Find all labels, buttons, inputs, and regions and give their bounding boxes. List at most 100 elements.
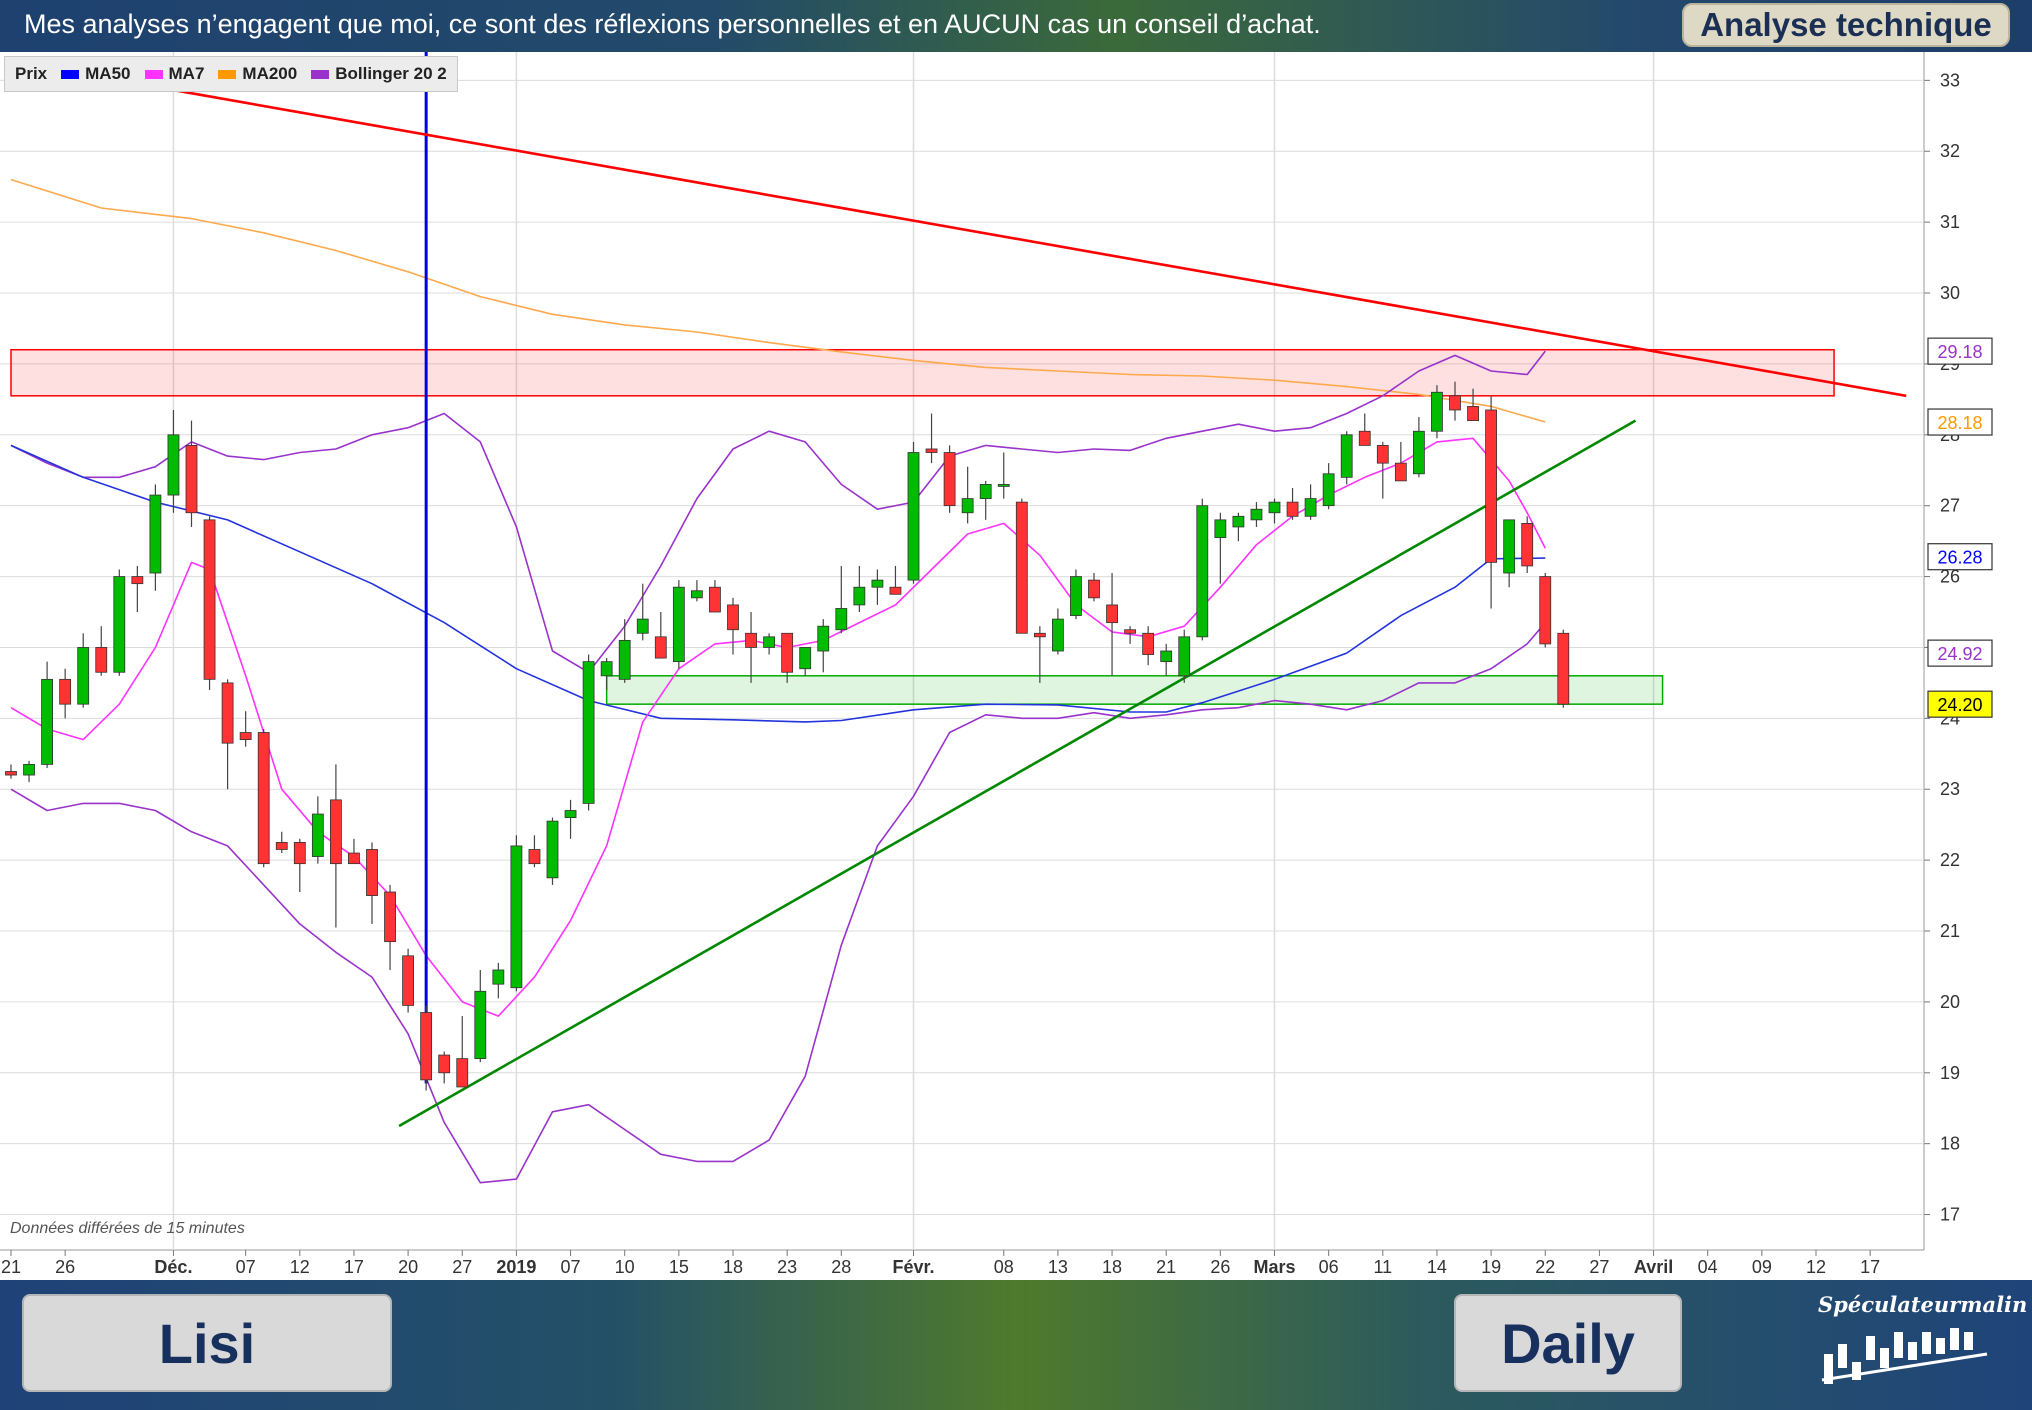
candle-body [654,636,667,659]
candle-body [1358,430,1371,446]
x-tick-label: 14 [1427,1257,1447,1277]
candle-body [1250,508,1263,521]
y-tick-label: 21 [1940,921,1960,941]
candle-body [239,732,252,741]
candle-body [1178,636,1191,677]
candle-body [113,576,126,673]
candle-body [1052,618,1064,652]
candle-body [221,682,234,744]
candle-body [293,841,306,865]
legend-item-ma200: MA200 [218,64,297,84]
candle-body [59,678,72,705]
candle-body [384,891,396,943]
candle-body [1106,604,1118,624]
candle-body [1033,632,1046,638]
candle-body [889,586,902,595]
candle-body [925,448,938,453]
x-tick-label: 18 [1102,1257,1122,1277]
x-tick-label: 28 [831,1257,851,1277]
x-tick-label: 2019 [496,1257,536,1277]
candle-body [1088,579,1100,599]
y-tick-label: 31 [1940,212,1960,232]
candle-body [564,810,577,818]
candle-body [149,494,162,574]
x-tick-label: 09 [1752,1257,1772,1277]
candle-body [763,636,775,648]
candle-body [95,647,108,673]
legend-swatch [144,69,163,79]
ticker-name: Lisi [22,1294,392,1392]
price-chart[interactable]: 17181920212223242526272829303132332126Dé… [0,52,2032,1280]
candle-body [799,647,812,670]
candle-body [961,498,974,514]
x-tick-label: 17 [1860,1257,1880,1277]
candle-body [131,576,144,585]
candle-body [5,771,17,776]
candle-body [41,678,53,765]
candle-body [1268,501,1281,514]
legend-swatch [61,69,80,79]
x-tick-label: 27 [1589,1257,1609,1277]
x-tick-label: 19 [1481,1257,1501,1277]
legend-label: Bollinger 20 2 [335,64,447,83]
chart-legend: Prix MA50 MA7 MA200 Bollinger 20 2 [4,56,458,92]
candle-body [727,604,739,631]
candle-body [348,852,360,865]
candle-body [1232,515,1245,528]
candle-body [835,608,848,631]
candle-body [546,820,559,879]
x-tick-label: 12 [290,1257,310,1277]
candle-body [1449,395,1461,411]
value-label-text: 29.18 [1937,342,1982,362]
candle-body [1015,501,1028,634]
candle-body [1124,629,1136,634]
legend-label: MA50 [85,64,131,83]
candle-body [1431,391,1443,432]
legend-item-prix: Prix [15,64,47,84]
candle-body [1503,519,1516,574]
candle-body [185,445,198,514]
candle-body [1376,445,1389,464]
zone-rectangle [605,675,1664,705]
value-label-text: 24.92 [1937,644,1982,664]
y-tick-label: 20 [1940,992,1960,1012]
x-tick-label: 21 [1156,1257,1176,1277]
candle-body [1413,430,1425,475]
candle-body [420,1012,433,1081]
candle-body [618,639,631,680]
legend-label: Prix [15,64,48,83]
candle-body [1214,519,1227,538]
x-tick-label: 27 [452,1257,472,1277]
x-tick-label: 18 [723,1257,743,1277]
candle-body [167,434,180,496]
candle-body [907,452,920,581]
x-tick-label: 07 [236,1257,256,1277]
candle-body [456,1058,469,1088]
x-tick-label: 17 [344,1257,364,1277]
candle-body [817,625,830,652]
candle-body [329,799,342,865]
x-tick-label: Avril [1634,1257,1673,1277]
x-tick-label: 26 [55,1257,75,1277]
candle-body [1196,505,1209,638]
x-tick-label: 07 [561,1257,581,1277]
y-tick-label: 22 [1940,850,1960,870]
candle-body [1521,523,1534,567]
chart-canvas[interactable]: 17181920212223242526272829303132332126Dé… [0,52,2032,1280]
x-tick-label: 13 [1048,1257,1068,1277]
candle-body [366,849,378,896]
candle-body [997,484,1010,487]
x-tick-label: 21 [1,1257,21,1277]
candle-body [781,632,794,673]
legend-item-ma7: MA7 [144,64,204,84]
x-tick-label: 23 [777,1257,797,1277]
candle-body [510,845,523,989]
top-banner: Mes analyses n’engagent que moi, ce sont… [0,0,2032,54]
candle-body [1467,406,1479,422]
candle-body [1539,576,1552,645]
value-label-text: 24.20 [1937,695,1982,715]
legend-item-ma50: MA50 [61,64,131,84]
candle-body [275,841,288,850]
candle-body [203,519,216,680]
candle-body [1340,434,1353,478]
